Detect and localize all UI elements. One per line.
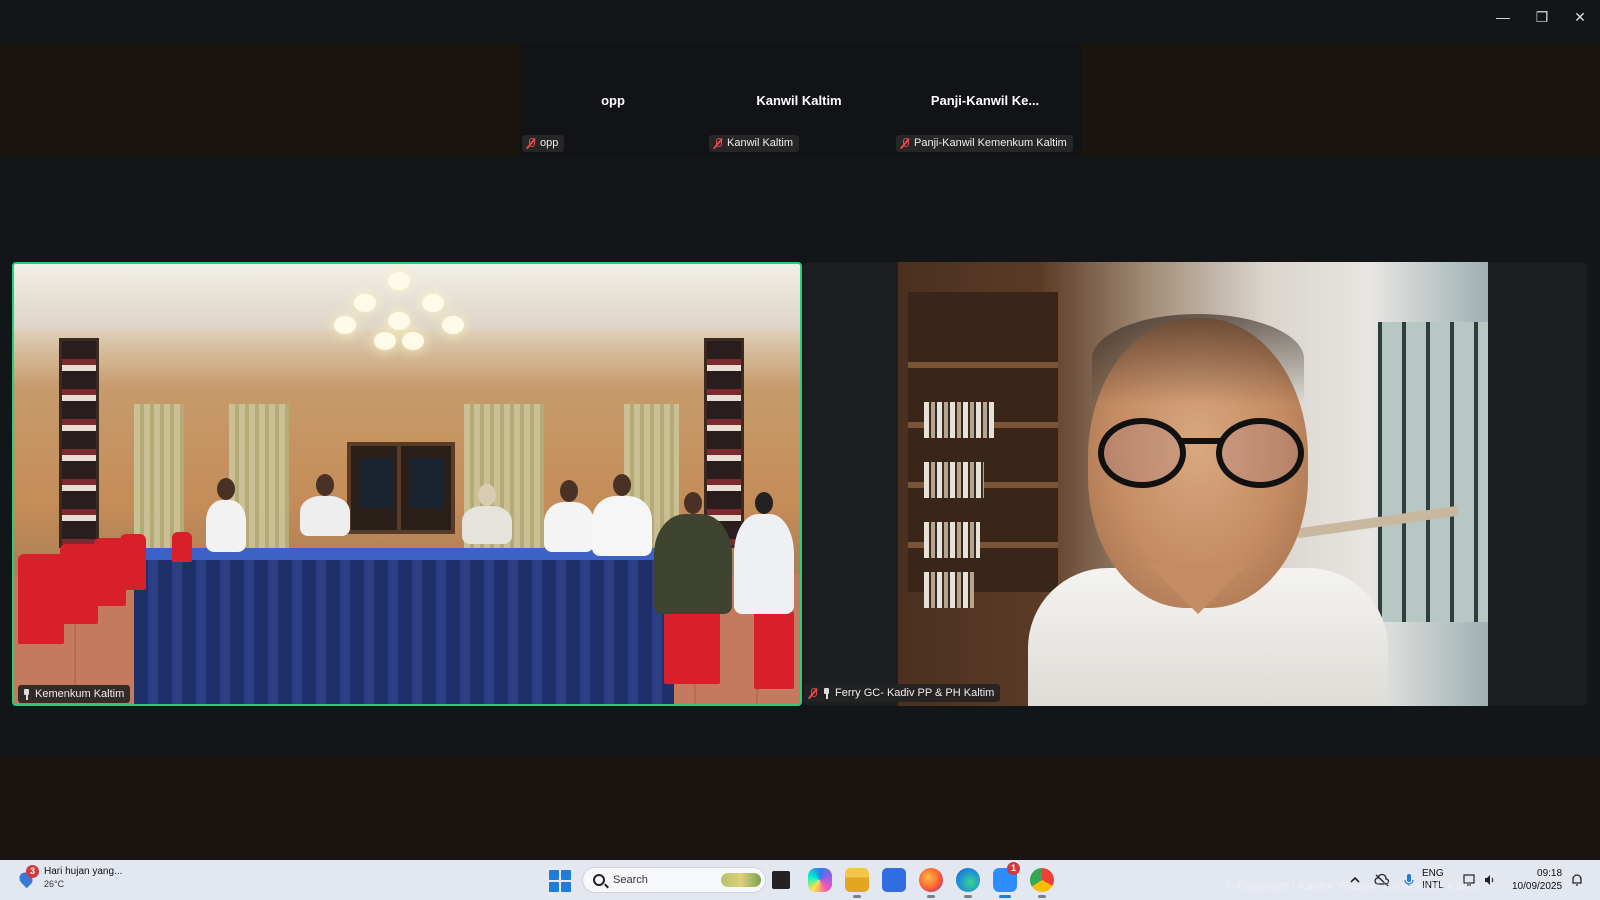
video-label: Ferry GC- Kadiv PP & PH Kaltim [804, 684, 1001, 702]
notification-bell-icon[interactable] [1570, 873, 1584, 887]
copilot-icon[interactable] [808, 868, 832, 892]
participant-tag-label: opp [540, 137, 559, 149]
participant-tile[interactable]: Kanwil Kaltim Kanwil Kaltim [706, 44, 892, 156]
participant-strip: opp opp Kanwil Kaltim Kanwil Kaltim Panj… [520, 44, 1082, 156]
video-label: Kemenkum Kaltim [18, 685, 131, 703]
search-placeholder: Search [613, 874, 648, 886]
video-label-text: Kemenkum Kaltim [35, 688, 125, 700]
participant-tag: Kanwil Kaltim [709, 135, 800, 152]
participant-name: Kanwil Kaltim [756, 93, 842, 108]
start-button[interactable] [549, 870, 571, 892]
store-icon[interactable] [882, 868, 906, 892]
clock-time: 09:18 [1537, 868, 1563, 879]
video-tile-ferry[interactable]: Ferry GC- Kadiv PP & PH Kaltim [803, 262, 1587, 706]
participant-name: Panji-Kanwil Ke... [930, 93, 1040, 108]
mic-muted-icon [713, 138, 723, 149]
participant-tag-label: Kanwil Kaltim [727, 137, 794, 149]
search-highlight-icon [721, 873, 761, 887]
weather-temp: 26°C [44, 879, 65, 889]
video-label-text: Ferry GC- Kadiv PP & PH Kaltim [835, 687, 995, 699]
file-explorer-icon[interactable] [845, 868, 869, 898]
chrome-icon[interactable] [1030, 868, 1054, 898]
firefox-icon[interactable] [919, 868, 943, 898]
participant-tile[interactable]: opp opp [520, 44, 706, 156]
rain-icon: 3 [16, 865, 39, 890]
mic-muted-icon [900, 138, 910, 149]
participant-tag: opp [522, 135, 565, 152]
mic-muted-icon [526, 138, 536, 149]
video-tile-kemenkum-kaltim[interactable]: Kemenkum Kaltim [12, 262, 802, 706]
windows-logo-icon [549, 870, 559, 880]
meeting-room-video [14, 264, 800, 704]
minimize-icon: — [1496, 9, 1510, 25]
mic-muted-icon [808, 687, 818, 699]
participant-tag: Panji-Kanwil Kemenkum Kaltim [896, 135, 1073, 152]
close-icon: ✕ [1574, 8, 1586, 25]
volume-icon[interactable] [1483, 873, 1497, 887]
copyright-watermark: © Copyright | Kantor Wilayah Kemenkum Ka… [1225, 879, 1481, 893]
pin-icon [22, 688, 31, 700]
weather-widget[interactable]: 3 Hari hujan yang... 26°C [16, 865, 123, 890]
participant-tag-label: Panji-Kanwil Kemenkum Kaltim [914, 137, 1067, 149]
restore-button[interactable]: ❐ [1525, 6, 1559, 28]
taskbar-search[interactable]: Search [582, 867, 766, 893]
speaker-figure [1028, 314, 1388, 706]
participant-tile[interactable]: Panji-Kanwil Ke... Panji-Kanwil Kemenkum… [892, 44, 1078, 156]
search-icon [593, 874, 605, 886]
file-manager-icon[interactable] [772, 871, 790, 889]
minimize-button[interactable]: — [1486, 6, 1520, 28]
clock-date: 10/09/2025 [1512, 881, 1563, 892]
clock[interactable]: 09:18 10/09/2025 [1512, 866, 1562, 894]
speaker-video [898, 262, 1488, 706]
close-button[interactable]: ✕ [1563, 6, 1597, 28]
pin-icon [822, 687, 831, 699]
zoom-icon[interactable]: 1 [993, 862, 1020, 898]
notification-badge: 1 [1007, 862, 1020, 875]
window-titlebar: — ❐ ✕ [0, 0, 1600, 44]
lower-background [0, 756, 1600, 860]
edge-icon[interactable] [956, 868, 980, 898]
participant-name: opp [601, 93, 625, 108]
notification-badge: 3 [26, 865, 39, 878]
restore-icon: ❐ [1535, 8, 1549, 25]
chandelier-image [334, 272, 464, 352]
weather-title: Hari hujan yang... [44, 866, 123, 877]
